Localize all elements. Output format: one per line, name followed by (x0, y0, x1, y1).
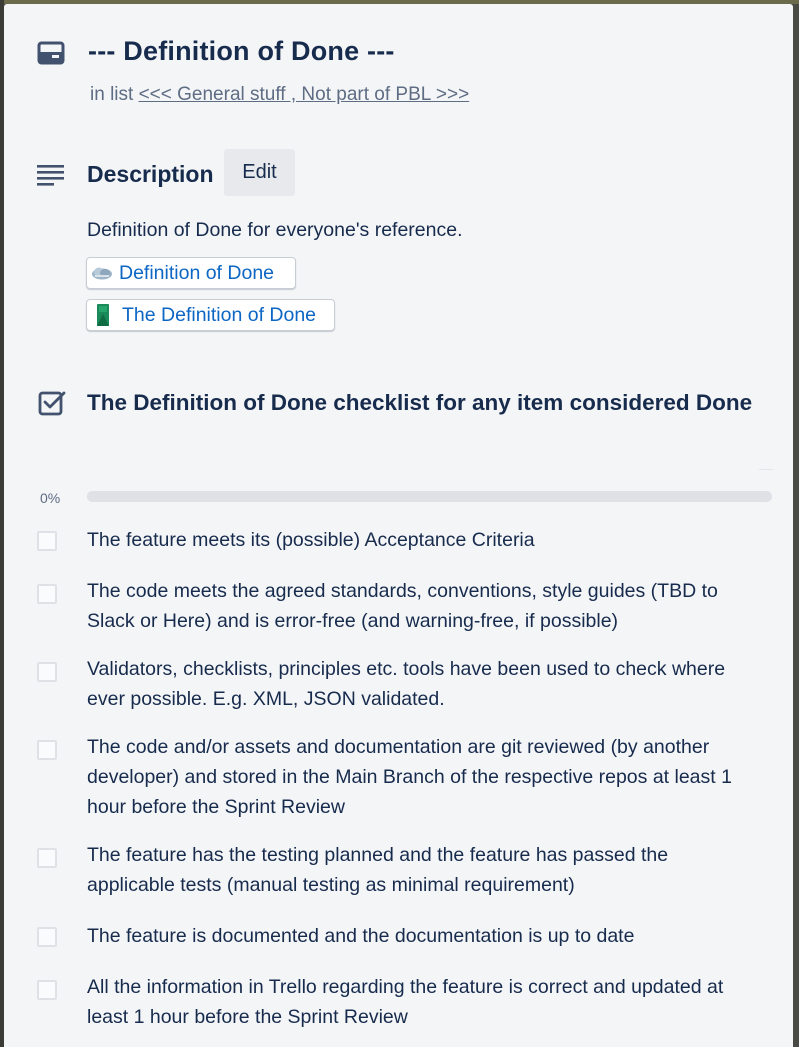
checklist-item-checkbox[interactable] (37, 927, 57, 947)
cloud-favicon-icon (92, 267, 112, 280)
checklist-item-text[interactable]: The code and/or assets and documentation… (87, 732, 747, 822)
checklist-item-checkbox[interactable] (37, 848, 57, 868)
checklist-item-checkbox[interactable] (37, 531, 57, 551)
checklist-item-text[interactable]: All the information in Trello regarding … (87, 972, 747, 1032)
checklist-item-text[interactable]: Validators, checklists, principles etc. … (87, 654, 747, 714)
link-chip-label: The Definition of Done (122, 303, 317, 326)
checklist-item-checkbox[interactable] (37, 740, 57, 760)
card-list-info: in list <<< General stuff , Not part of … (90, 84, 469, 106)
description-lines-icon (37, 165, 64, 186)
checklist-item-text[interactable]: The feature meets its (possible) Accepta… (87, 525, 747, 555)
checklist-progress-bar (87, 491, 772, 502)
checklist-item-text[interactable]: The feature is documented and the docume… (87, 921, 747, 951)
link-chip-definition-of-done[interactable]: Definition of Done (86, 257, 296, 289)
checklist-item-checkbox[interactable] (37, 584, 57, 604)
checklist-title[interactable]: The Definition of Done checklist for any… (87, 390, 752, 416)
description-heading: Description (87, 161, 214, 187)
checklist-item-checkbox[interactable] (37, 980, 57, 1000)
checklist-icon (38, 391, 66, 416)
checklist-item-text[interactable]: The feature has the testing planned and … (87, 840, 747, 900)
card-title[interactable]: --- Definition of Done --- (88, 36, 395, 67)
list-name-link[interactable]: <<< General stuff , Not part of PBL >>> (139, 84, 470, 105)
description-text: Definition of Done for everyone's refere… (87, 219, 463, 241)
book-favicon-icon (97, 304, 109, 326)
card-detail-window: --- Definition of Done --- in list <<< G… (4, 4, 793, 1047)
link-chip-label: Definition of Done (119, 261, 275, 284)
edit-description-button[interactable]: Edit (224, 149, 295, 196)
checklist-item-checkbox[interactable] (37, 662, 57, 682)
link-chip-the-definition-of-done[interactable]: The Definition of Done (86, 299, 335, 331)
in-list-prefix: in list (90, 84, 134, 105)
checklist-progress-percent: 0% (40, 490, 61, 506)
checklist-item-text[interactable]: The code meets the agreed standards, con… (87, 576, 747, 636)
card-icon (37, 41, 65, 65)
divider (759, 469, 773, 470)
